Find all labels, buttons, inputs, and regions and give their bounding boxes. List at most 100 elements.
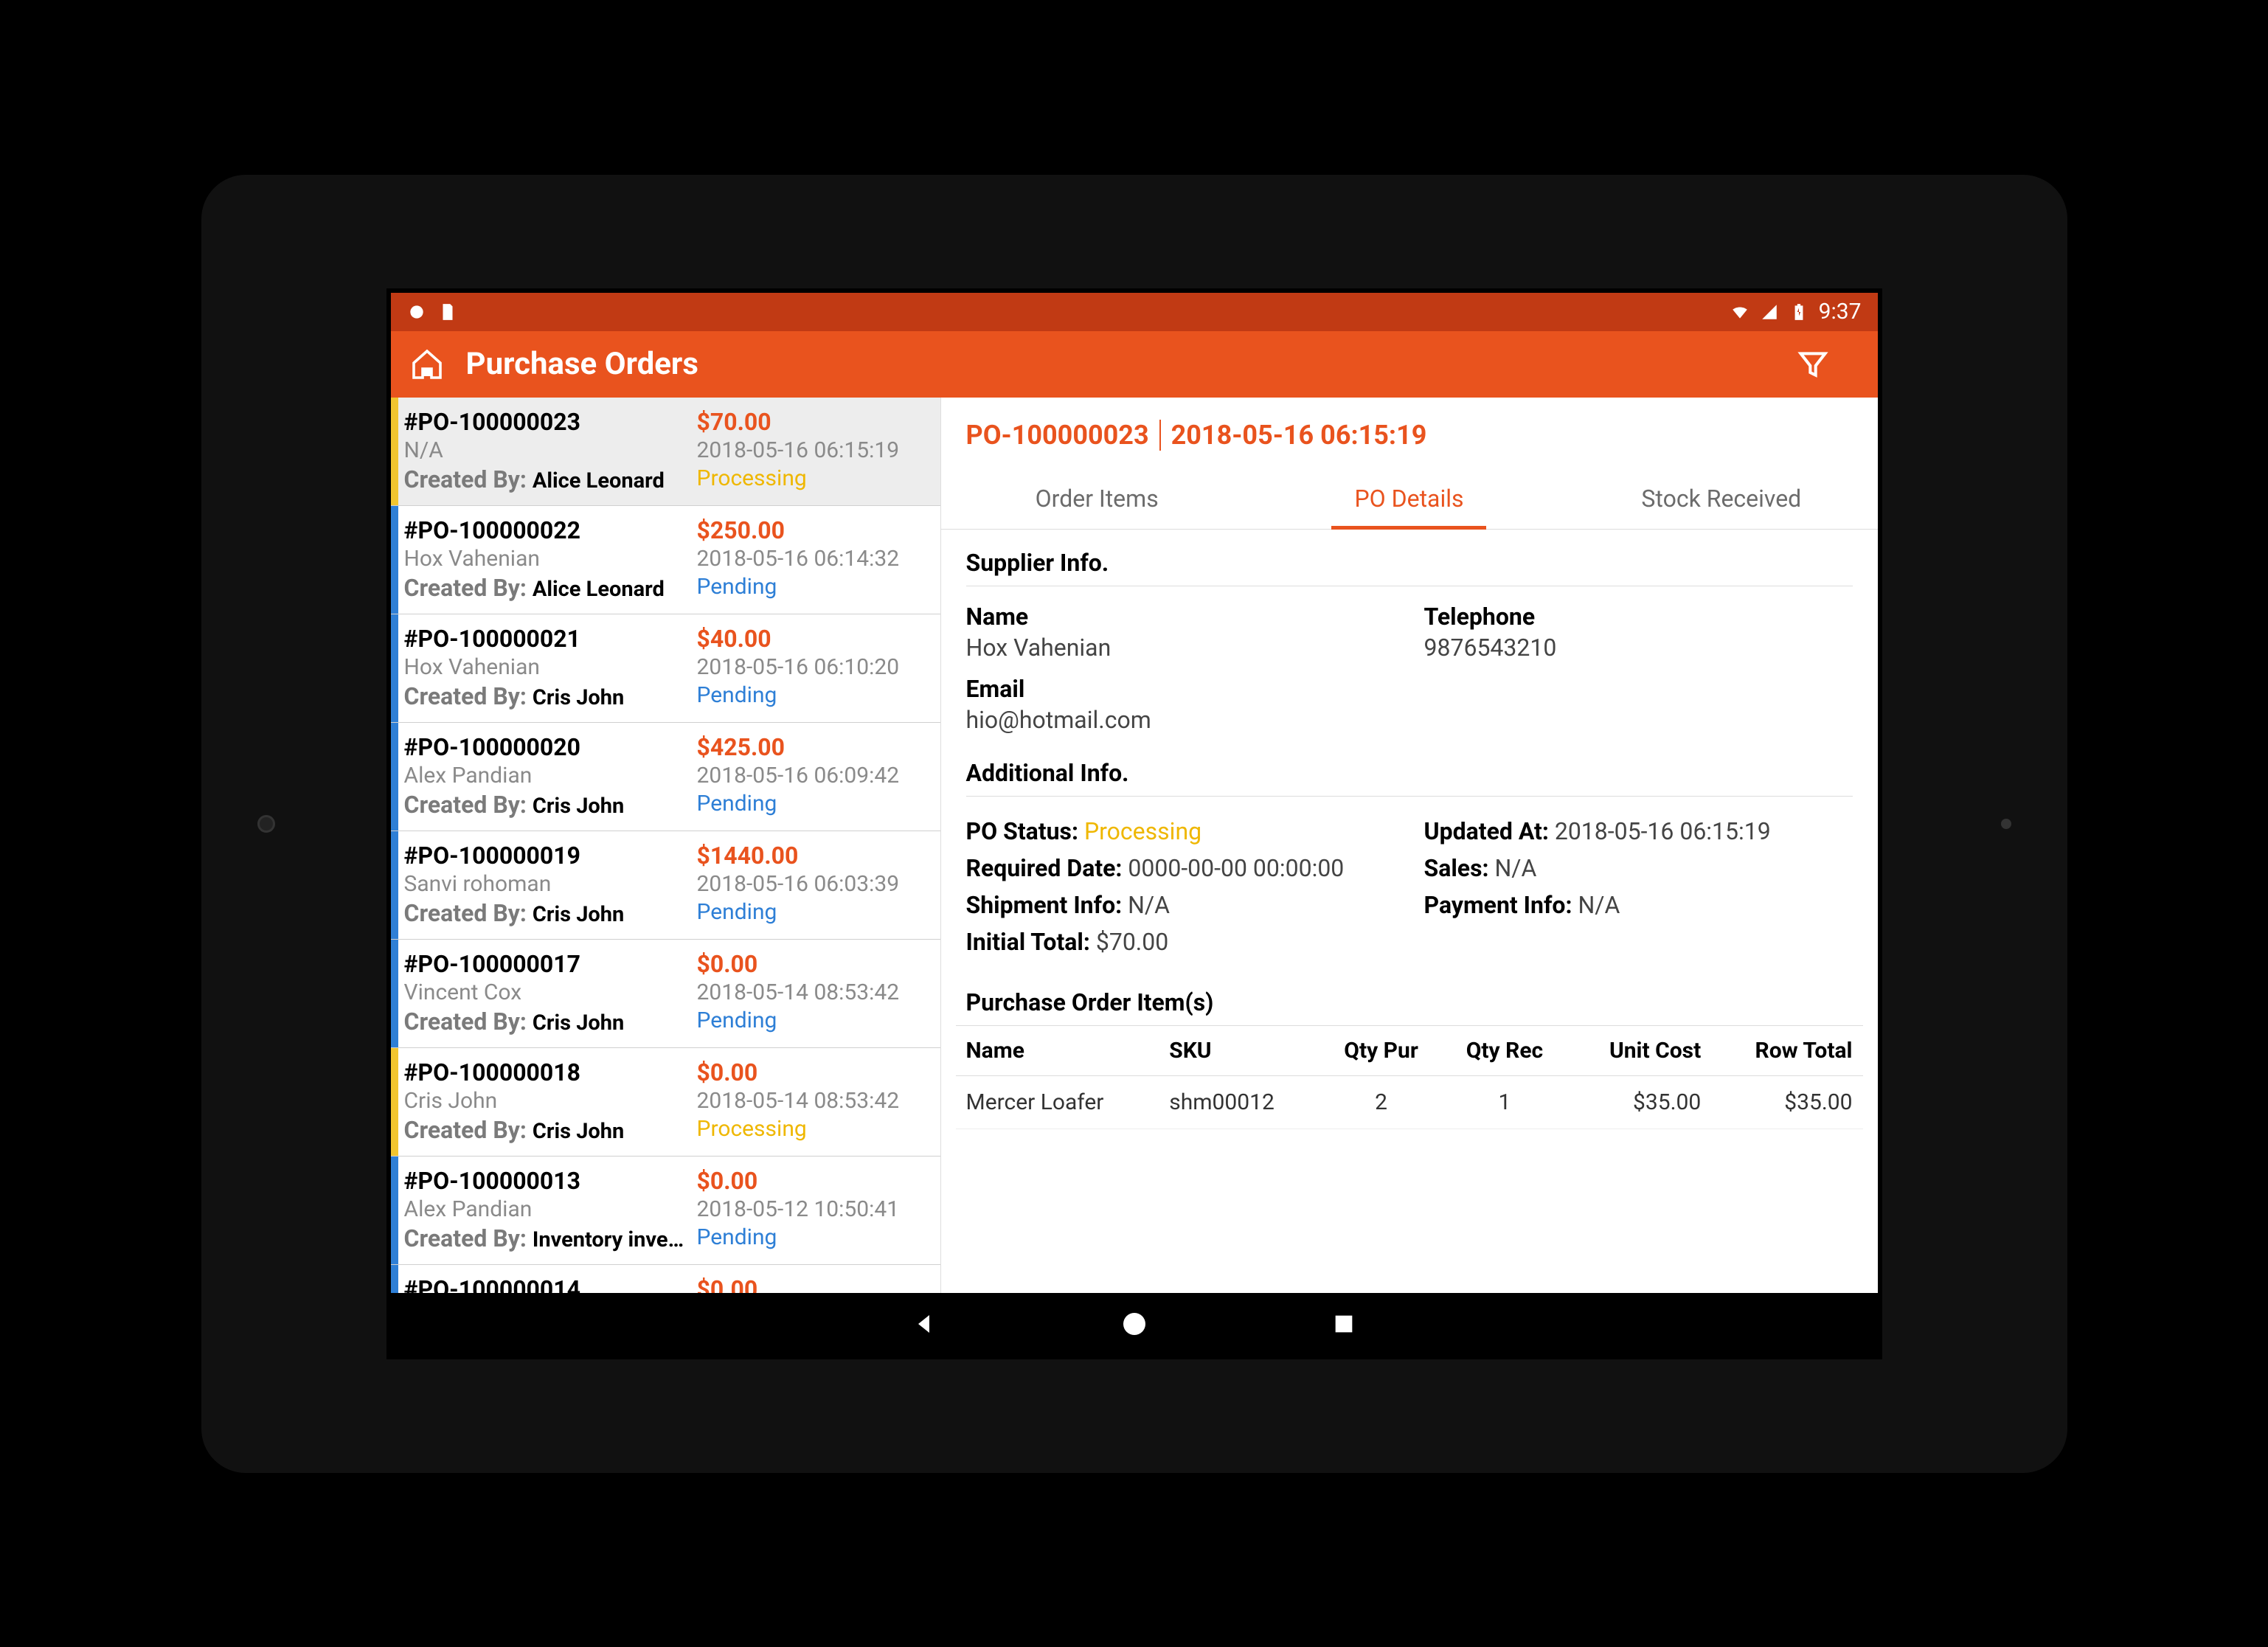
updated-row: Updated At: 2018-05-16 06:15:19: [1424, 817, 1853, 845]
cell-rowt: $35.00: [1711, 1075, 1862, 1128]
po-id: #PO-100000021: [404, 625, 697, 653]
po-date: 2018-05-16 06:15:19: [697, 437, 927, 463]
screen: 9:37 Purchase Orders #PO-100000023N/ACre…: [391, 293, 1878, 1355]
po-supplier: Vincent Cox: [404, 979, 697, 1005]
po-id: #PO-100000018: [404, 1058, 697, 1086]
po-status: Pending: [697, 791, 927, 816]
list-item[interactable]: #PO-100000020Alex PandianCreated By: Cri…: [391, 723, 940, 831]
po-amount: $250.00: [697, 516, 927, 544]
supplier-row-2: Email hio@hotmail.com: [941, 662, 1878, 734]
android-nav-bar: [391, 1293, 1878, 1355]
po-items-heading: Purchase Order Item(s): [966, 988, 1853, 1016]
po-date: 2018-05-16 06:10:20: [697, 654, 927, 680]
sales-row: Sales: N/A: [1424, 854, 1853, 882]
po-items-table-wrap: Name SKU Qty Pur Qty Rec Unit Cost Row T…: [941, 1018, 1878, 1129]
po-amount: $0.00: [697, 1058, 927, 1086]
po-created-by: Created By: Alice Leonard: [404, 574, 697, 602]
sdcard-icon: [438, 302, 457, 322]
po-date: 2018-05-12 10:50:41: [697, 1196, 927, 1222]
section-po-items: Purchase Order Item(s): [941, 956, 1878, 1016]
po-status: Processing: [697, 465, 927, 491]
po-created-by: Created By: Cris John: [404, 1008, 697, 1036]
status-stripe: [391, 614, 398, 722]
supplier-tel-label: Telephone: [1424, 603, 1853, 631]
col-sku: SKU: [1159, 1025, 1320, 1075]
col-qtyp: Qty Pur: [1320, 1025, 1442, 1075]
list-item[interactable]: #PO-100000019Sanvi rohomanCreated By: Cr…: [391, 831, 940, 940]
po-created-by: Created By: Cris John: [404, 1116, 697, 1144]
detail-po-id: PO-100000023: [966, 420, 1161, 451]
list-item[interactable]: #PO-100000023N/ACreated By: Alice Leonar…: [391, 398, 940, 506]
page-title: Purchase Orders: [466, 346, 1795, 382]
po-supplier: Alex Pandian: [404, 1196, 697, 1222]
tab-po-details[interactable]: PO Details: [1253, 465, 1565, 529]
list-item[interactable]: #PO-100000022Hox VahenianCreated By: Ali…: [391, 506, 940, 614]
po-supplier: Sanvi rohoman: [404, 871, 697, 897]
po-status: Processing: [697, 1116, 927, 1142]
tab-order-items[interactable]: Order Items: [941, 465, 1253, 529]
po-id: #PO-100000019: [404, 842, 697, 870]
wifi-icon: [1730, 302, 1749, 322]
home-nav-icon[interactable]: [1118, 1308, 1151, 1340]
po-date: 2018-05-14 08:53:42: [697, 1088, 927, 1114]
po-id: #PO-100000014: [404, 1275, 697, 1293]
po-id: #PO-100000022: [404, 516, 697, 544]
supplier-tel-value: 9876543210: [1424, 634, 1853, 662]
recent-apps-icon[interactable]: [1328, 1308, 1360, 1340]
po-amount: $1440.00: [697, 842, 927, 870]
supplier-heading: Supplier Info.: [966, 549, 1853, 577]
po-supplier: Hox Vahenian: [404, 546, 697, 572]
po-created-by: Created By: Cris John: [404, 899, 697, 927]
po-id: #PO-100000017: [404, 950, 697, 978]
status-stripe: [391, 940, 398, 1047]
po-created-by: Created By: Cris John: [404, 791, 697, 819]
list-item[interactable]: #PO-100000013Alex PandianCreated By: Inv…: [391, 1157, 940, 1265]
front-camera-icon: [257, 815, 275, 833]
status-clock: 9:37: [1819, 299, 1862, 325]
status-stripe: [391, 1048, 398, 1156]
section-additional: Additional Info.: [941, 734, 1878, 797]
po-status: Pending: [697, 682, 927, 708]
po-amount: $425.00: [697, 733, 927, 761]
back-icon[interactable]: [909, 1308, 941, 1340]
po-list[interactable]: #PO-100000023N/ACreated By: Alice Leonar…: [391, 398, 941, 1293]
required-date-row: Required Date: 0000-00-00 00:00:00: [966, 854, 1395, 882]
po-id: #PO-100000023: [404, 408, 697, 436]
po-items-table: Name SKU Qty Pur Qty Rec Unit Cost Row T…: [956, 1025, 1863, 1129]
po-status: Pending: [697, 574, 927, 600]
tabs: Order Items PO Details Stock Received: [941, 465, 1878, 530]
home-icon[interactable]: [406, 343, 448, 386]
status-right: 9:37: [1730, 299, 1862, 325]
list-item[interactable]: #PO-100000021Hox VahenianCreated By: Cri…: [391, 614, 940, 723]
initial-total-row: Initial Total: $70.00: [966, 928, 1395, 956]
detail-po-date: 2018-05-16 06:15:19: [1171, 420, 1427, 451]
po-status: Pending: [697, 1224, 927, 1250]
po-id: #PO-100000013: [404, 1167, 697, 1195]
tab-stock-received[interactable]: Stock Received: [1565, 465, 1877, 529]
list-item[interactable]: #PO-100000018Cris JohnCreated By: Cris J…: [391, 1048, 940, 1157]
cell-qtyp: 2: [1320, 1075, 1442, 1128]
list-item[interactable]: #PO-100000017Vincent Cox Created By: Cris…: [391, 940, 940, 1048]
po-date: 2018-05-16 06:14:32: [697, 546, 927, 572]
status-left: [407, 302, 457, 322]
po-created-by: Created By: Inventory inve…: [404, 1224, 697, 1252]
po-status: Pending: [697, 899, 927, 925]
po-amount: $0.00: [697, 950, 927, 978]
table-row: Mercer Loafershm0001221$35.00$35.00: [956, 1075, 1863, 1128]
po-supplier: Cris John: [404, 1088, 697, 1114]
status-stripe: [391, 398, 398, 505]
cell-sku: shm00012: [1159, 1075, 1320, 1128]
status-bar: 9:37: [391, 293, 1878, 331]
signal-icon: [1760, 302, 1779, 322]
supplier-name-value: Hox Vahenian: [966, 634, 1395, 662]
filter-icon[interactable]: [1795, 347, 1831, 382]
tablet-frame: 9:37 Purchase Orders #PO-100000023N/ACre…: [201, 175, 2067, 1473]
list-item[interactable]: #PO-100000014$0.00: [391, 1265, 940, 1293]
additional-grid: PO Status: Processing Required Date: 000…: [941, 797, 1878, 956]
col-name: Name: [956, 1025, 1159, 1075]
po-amount: $70.00: [697, 408, 927, 436]
supplier-email-label: Email: [966, 675, 1395, 703]
po-date: 2018-05-16 06:03:39: [697, 871, 927, 897]
status-stripe: [391, 506, 398, 614]
section-supplier: Supplier Info.: [941, 530, 1878, 586]
